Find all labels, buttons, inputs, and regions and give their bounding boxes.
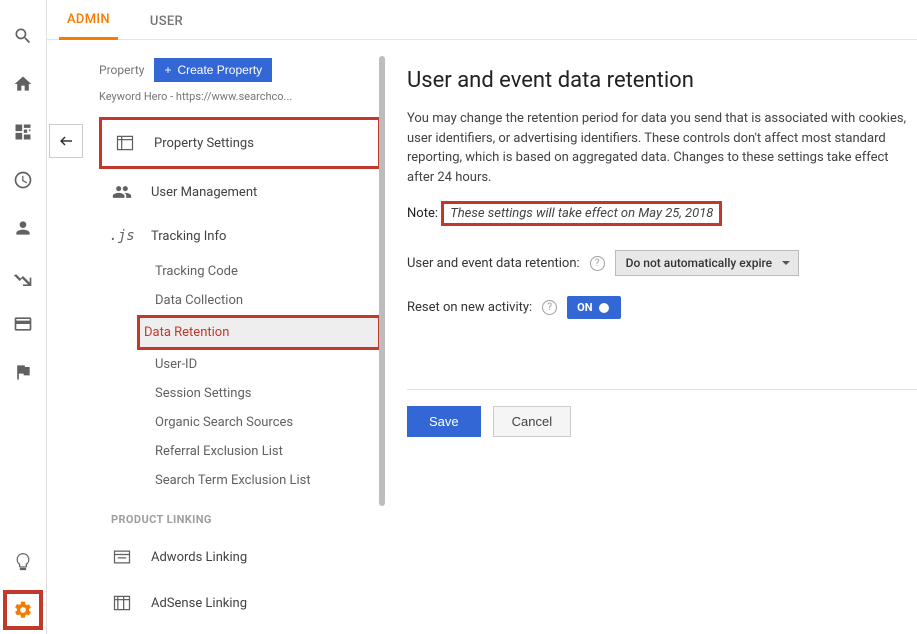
people-icon (111, 182, 133, 202)
flag-icon[interactable] (3, 352, 43, 392)
js-icon: .js (111, 228, 133, 244)
sub-referral-exclusion[interactable]: Referral Exclusion List (143, 437, 381, 466)
main-content: User and event data retention You may ch… (381, 40, 917, 634)
property-sidebar: Property +Create Property Keyword Hero -… (47, 40, 381, 634)
help-icon[interactable]: ? (590, 256, 605, 271)
bulb-icon[interactable] (3, 542, 43, 582)
sub-search-term-exclusion[interactable]: Search Term Exclusion List (143, 466, 381, 495)
tab-admin[interactable]: ADMIN (59, 2, 118, 40)
menu-label: Adwords Linking (151, 550, 247, 565)
create-property-button[interactable]: +Create Property (154, 58, 272, 82)
property-label: Property (99, 63, 144, 77)
gear-icon[interactable] (3, 590, 43, 630)
window-icon (114, 133, 136, 153)
retention-label: User and event data retention: (407, 256, 580, 271)
left-rail (0, 0, 47, 634)
admin-tabs: ADMIN USER (47, 0, 917, 40)
reset-label: Reset on new activity: (407, 300, 532, 315)
section-product-linking: PRODUCT LINKING (99, 495, 381, 534)
search-icon[interactable] (3, 16, 43, 56)
person-icon[interactable] (3, 208, 43, 248)
home-icon[interactable] (3, 64, 43, 104)
sub-organic-search[interactable]: Organic Search Sources (143, 408, 381, 437)
property-selector[interactable]: Keyword Hero - https://www.searchco... (99, 90, 381, 103)
card-icon[interactable] (3, 304, 43, 344)
sub-data-collection[interactable]: Data Collection (143, 286, 381, 315)
retention-select[interactable]: Do not automatically expire (615, 250, 799, 276)
note-text: These settings will take effect on May 2… (441, 201, 722, 226)
menu-adexchange-linking[interactable]: Ad Exchange Linking (99, 626, 381, 634)
dashboard-icon[interactable] (3, 112, 43, 152)
page-description: You may change the retention period for … (407, 109, 917, 187)
help-icon[interactable]: ? (542, 300, 557, 315)
tab-user[interactable]: USER (142, 4, 191, 39)
page-title: User and event data retention (407, 68, 917, 93)
reset-toggle[interactable]: ON (567, 296, 620, 319)
sub-tracking-code[interactable]: Tracking Code (143, 257, 381, 286)
menu-label: User Management (151, 185, 257, 200)
menu-tracking-info[interactable]: .js Tracking Info (99, 215, 381, 257)
menu-adsense-linking[interactable]: AdSense Linking (99, 580, 381, 626)
sub-user-id[interactable]: User-ID (143, 350, 381, 379)
back-button[interactable] (49, 124, 83, 158)
adsense-icon (111, 593, 133, 613)
save-button[interactable]: Save (407, 406, 481, 437)
plus-icon: + (164, 63, 171, 77)
menu-user-management[interactable]: User Management (99, 169, 381, 215)
sub-data-retention[interactable]: Data Retention (137, 315, 381, 350)
menu-property-settings[interactable]: Property Settings (99, 117, 381, 169)
cancel-button[interactable]: Cancel (493, 406, 571, 437)
conversion-icon[interactable] (3, 256, 43, 296)
sub-session-settings[interactable]: Session Settings (143, 379, 381, 408)
menu-label: AdSense Linking (151, 596, 247, 611)
note-label: Note: (407, 206, 438, 221)
clock-icon[interactable] (3, 160, 43, 200)
menu-label: Tracking Info (151, 229, 226, 244)
menu-label: Property Settings (154, 136, 254, 151)
adwords-icon (111, 547, 133, 567)
menu-adwords-linking[interactable]: Adwords Linking (99, 534, 381, 580)
